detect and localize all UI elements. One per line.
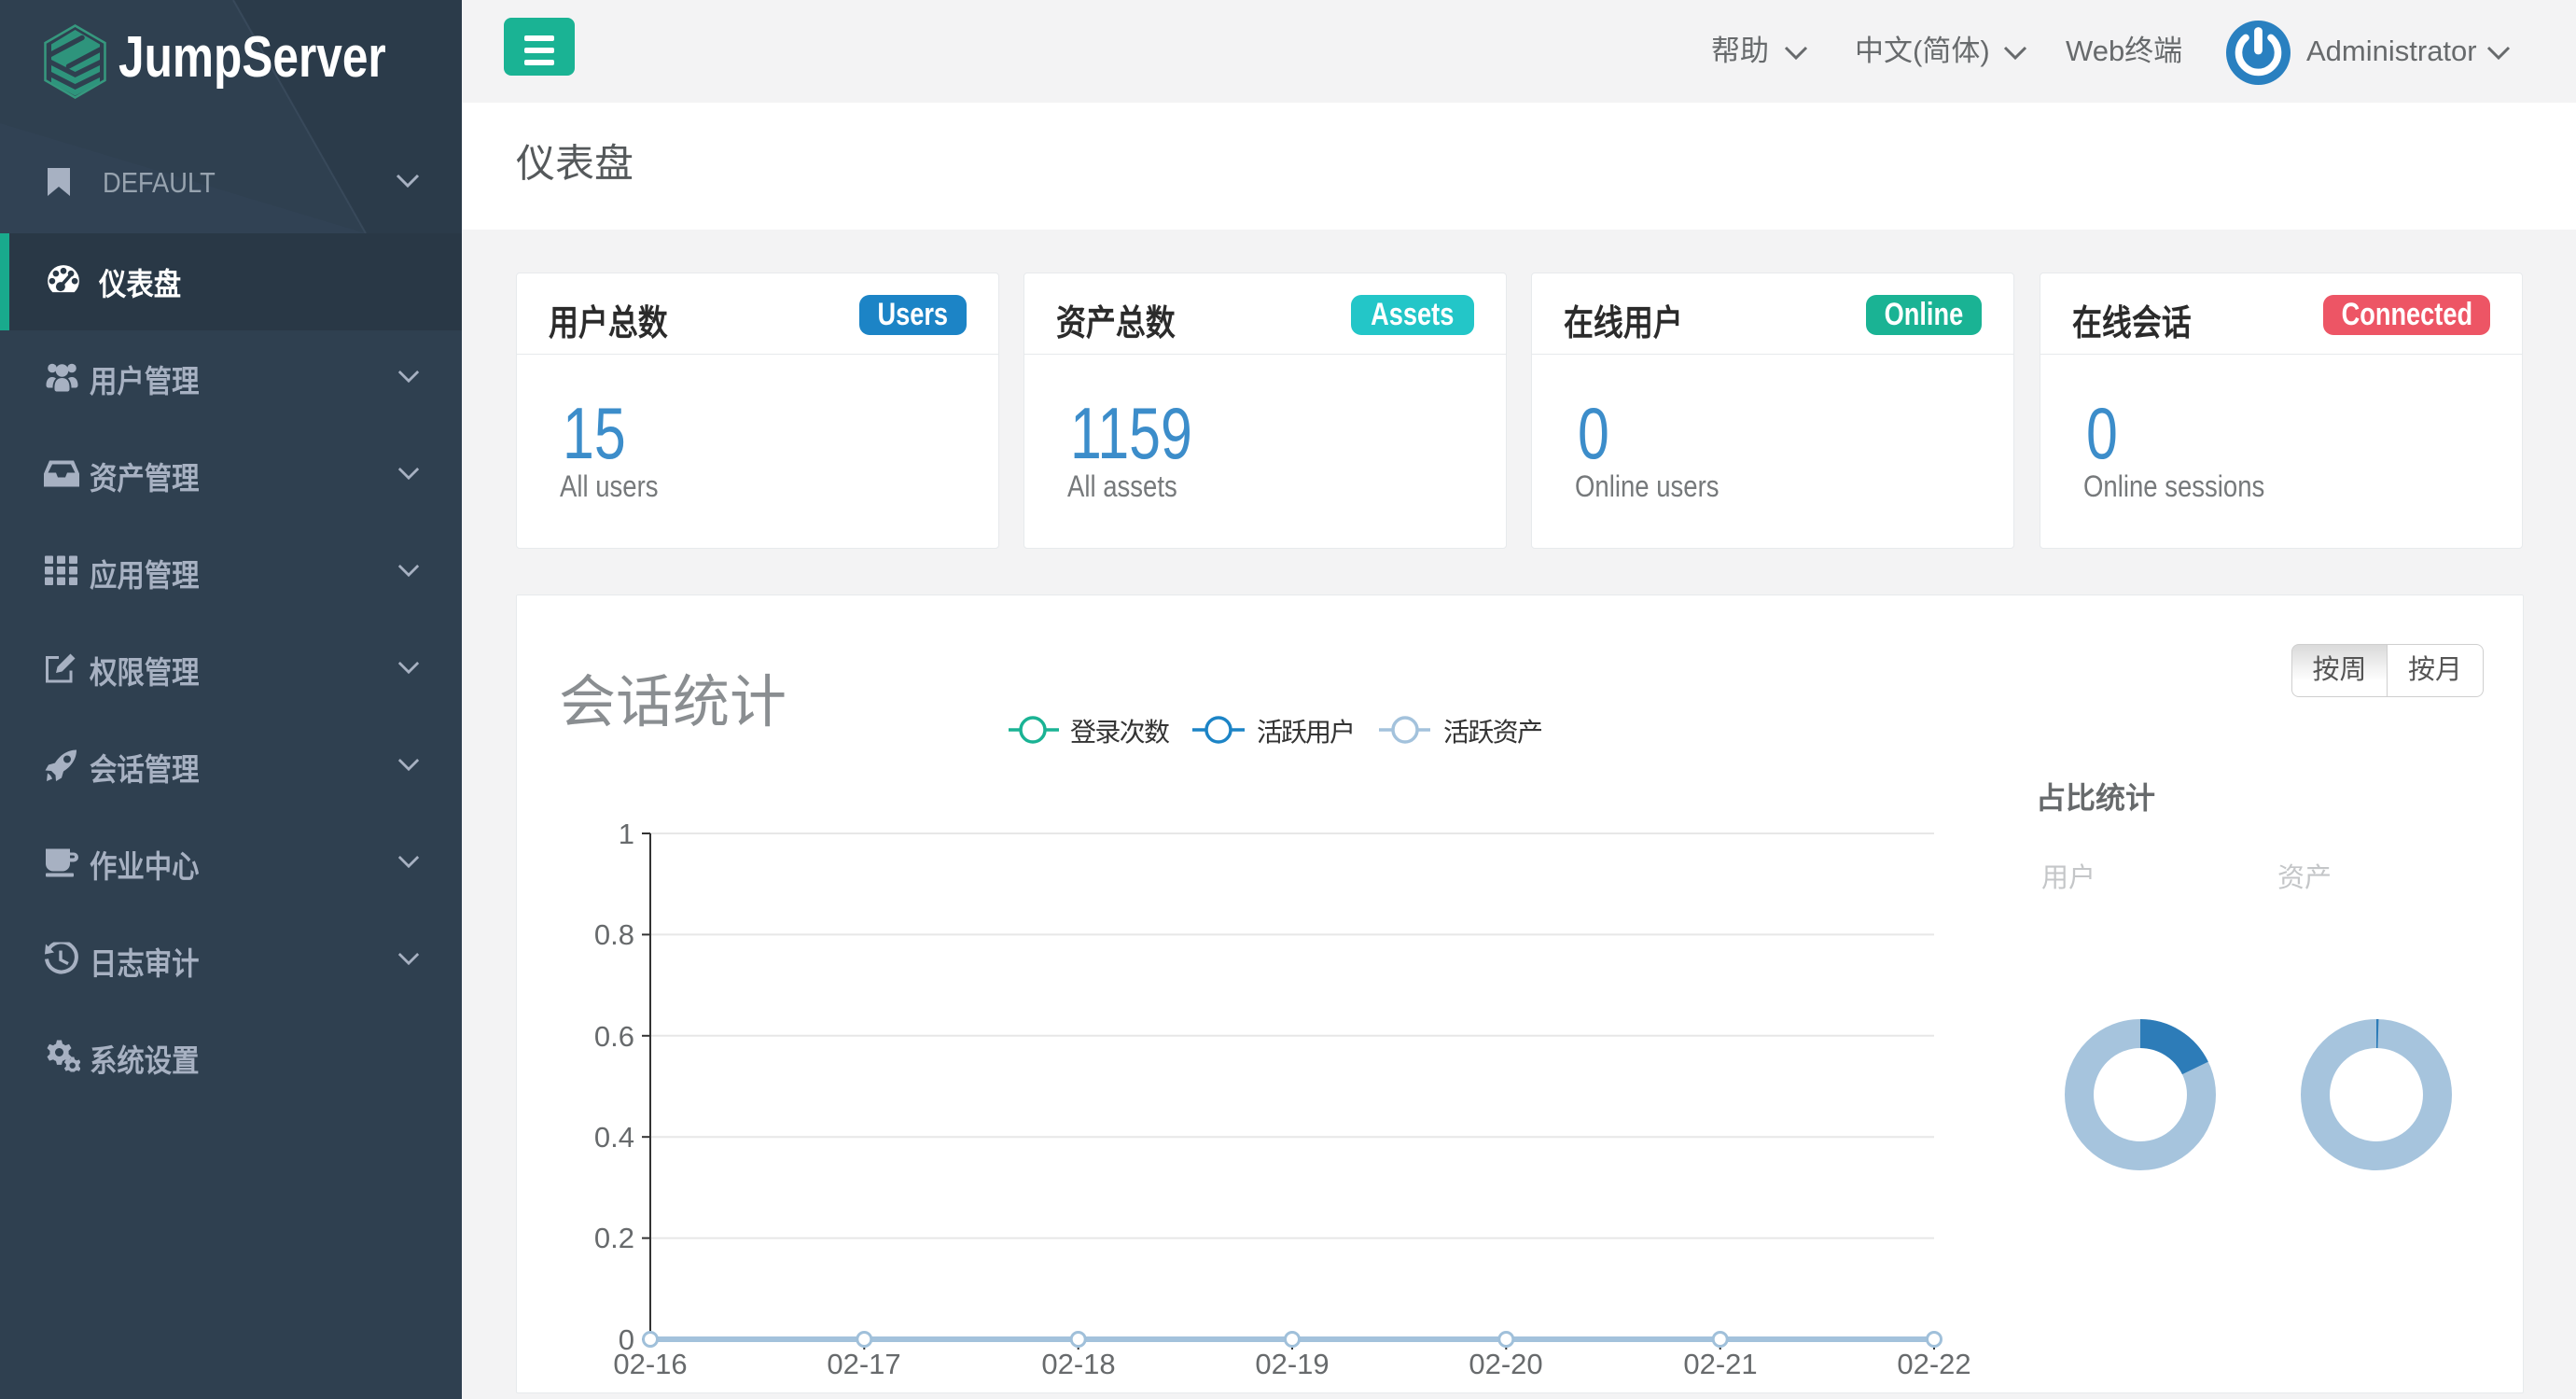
svg-text:02-20: 02-20 bbox=[1469, 1348, 1542, 1380]
svg-text:02-18: 02-18 bbox=[1041, 1348, 1115, 1380]
svg-text:02-21: 02-21 bbox=[1683, 1348, 1757, 1380]
svg-text:0.2: 0.2 bbox=[594, 1222, 634, 1254]
svg-text:登录次数: 登录次数 bbox=[1070, 718, 1170, 747]
svg-text:活跃资产: 活跃资产 bbox=[1443, 718, 1543, 747]
svg-text:活跃用户: 活跃用户 bbox=[1257, 718, 1356, 747]
svg-text:02-19: 02-19 bbox=[1255, 1348, 1329, 1380]
svg-text:02-22: 02-22 bbox=[1897, 1348, 1970, 1380]
svg-text:02-17: 02-17 bbox=[827, 1348, 900, 1380]
svg-text:0.8: 0.8 bbox=[594, 918, 634, 951]
svg-text:02-16: 02-16 bbox=[613, 1348, 687, 1380]
svg-text:0.4: 0.4 bbox=[594, 1121, 634, 1154]
svg-text:1: 1 bbox=[619, 818, 634, 850]
svg-text:0.6: 0.6 bbox=[594, 1020, 634, 1053]
